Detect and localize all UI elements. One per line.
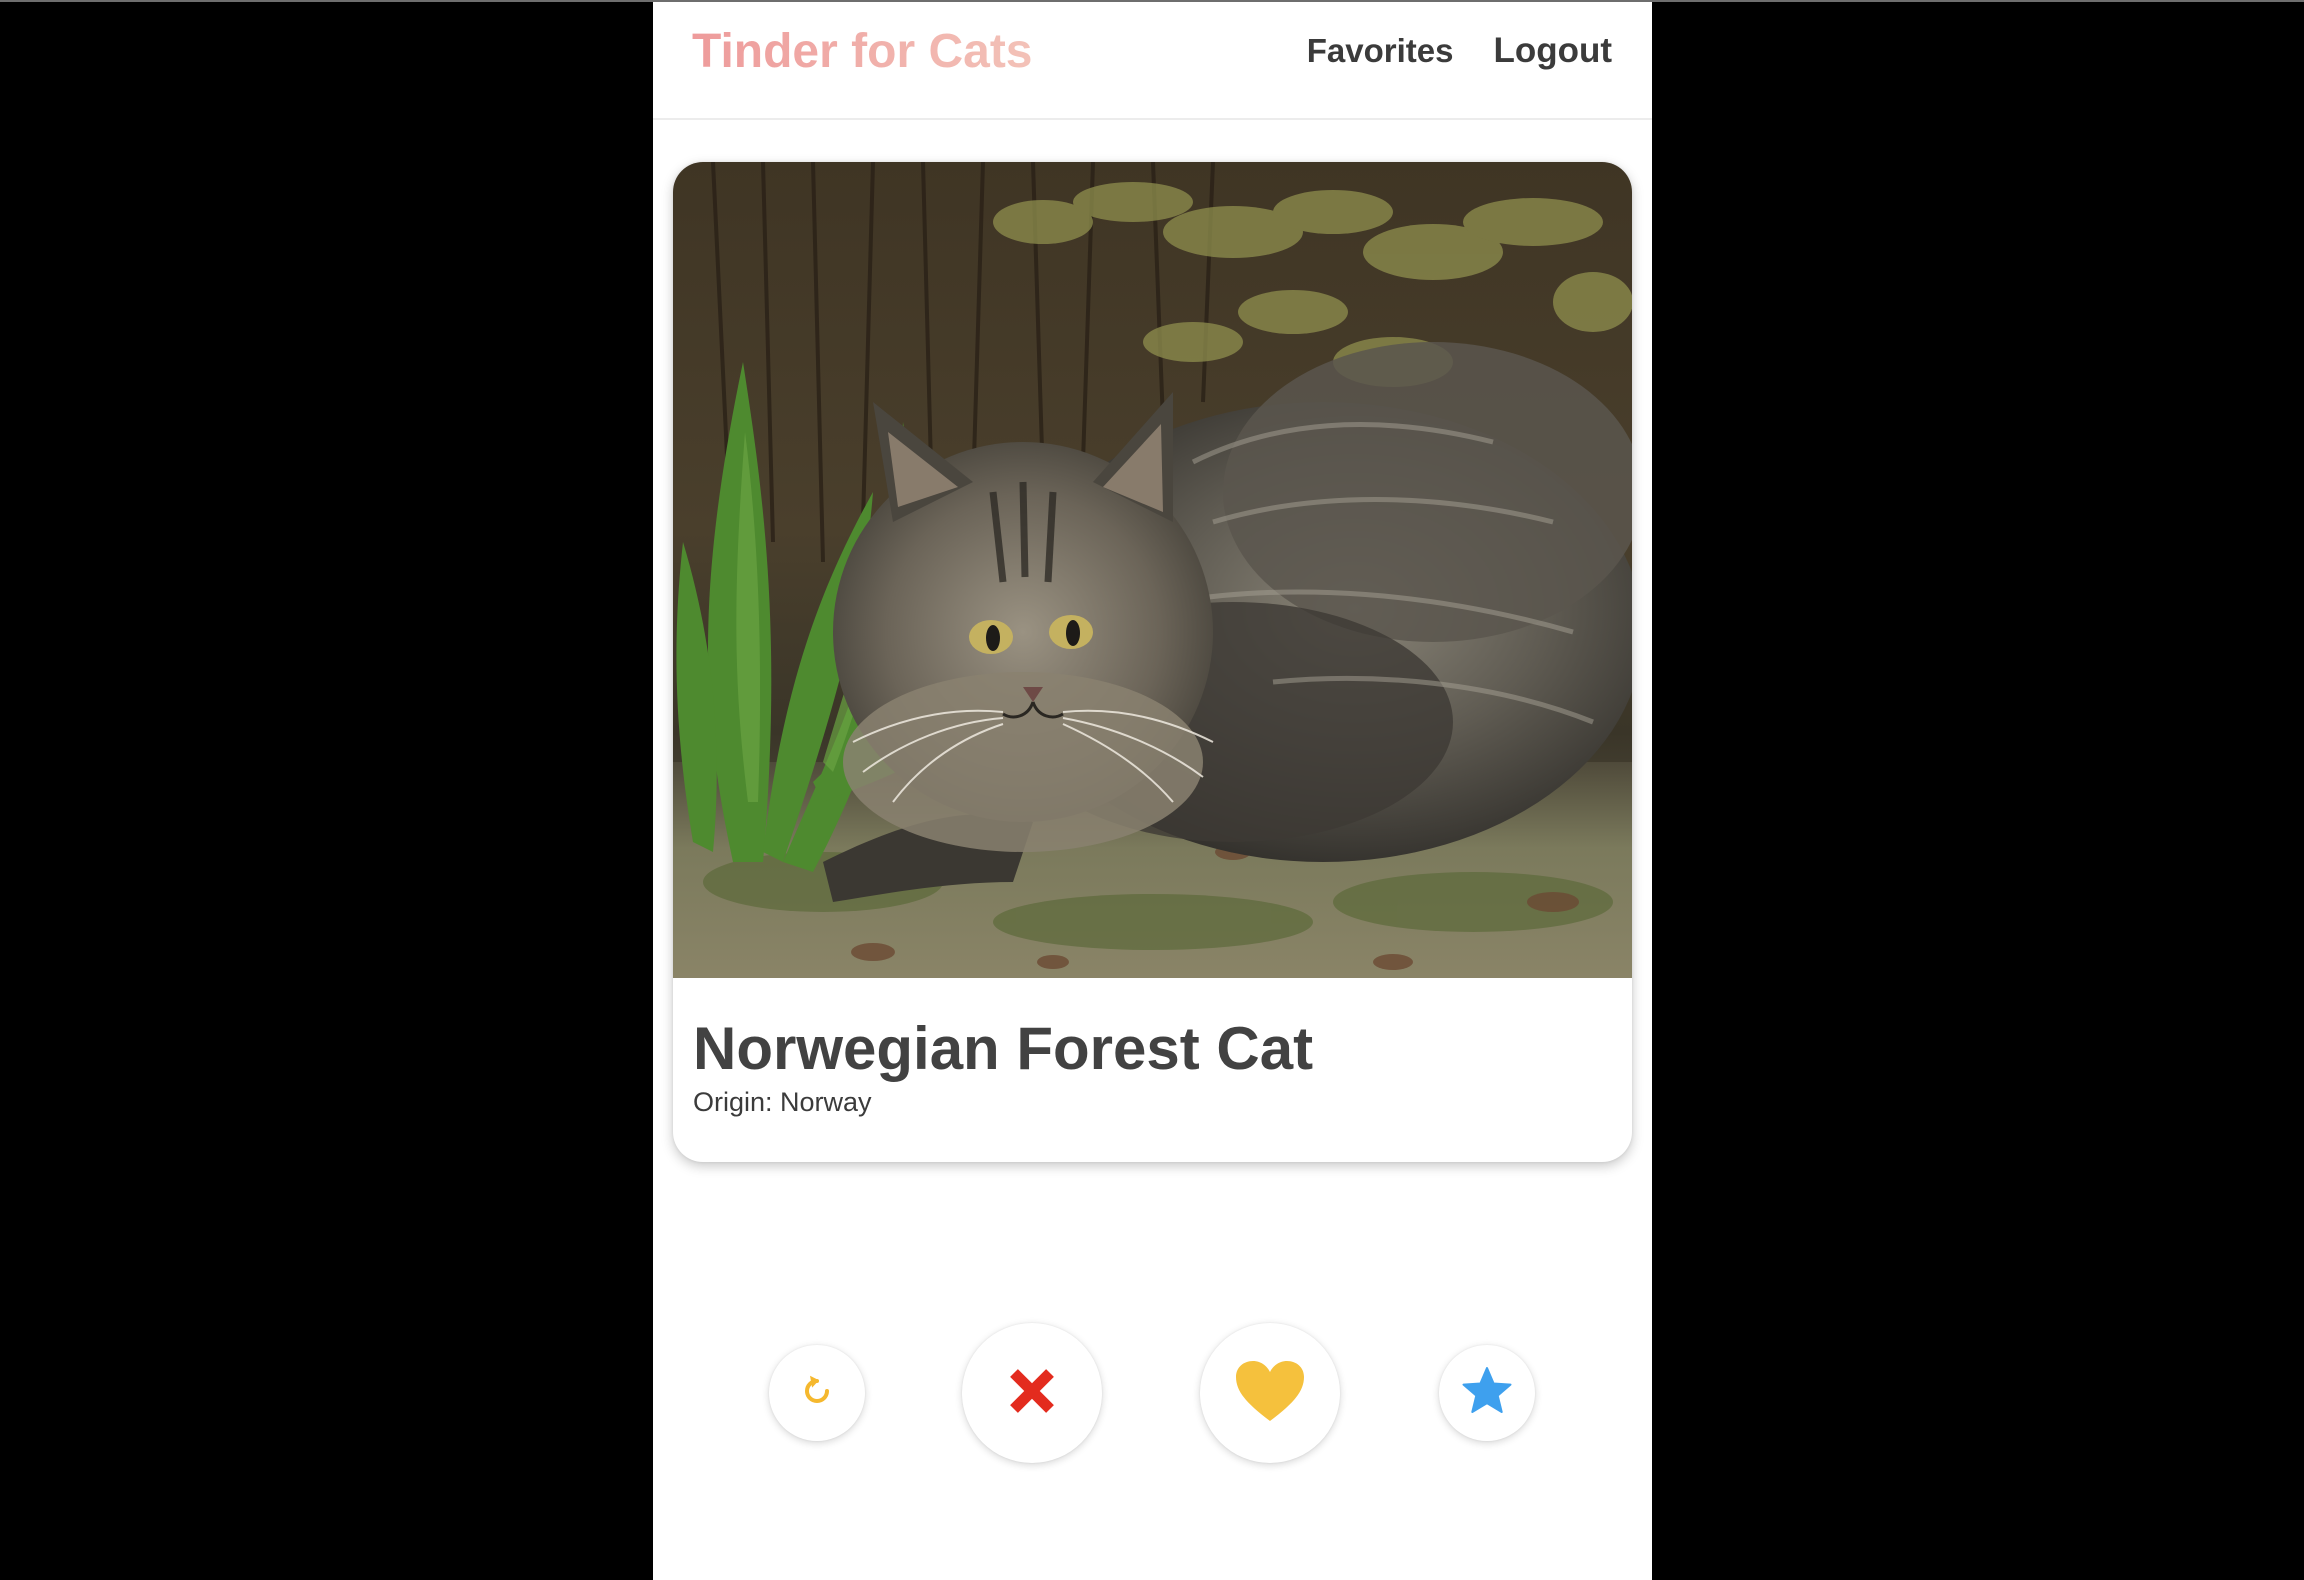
undo-icon — [797, 1371, 837, 1416]
close-icon — [1006, 1365, 1058, 1422]
nav-links: Favorites Logout — [1307, 28, 1612, 74]
like-button[interactable] — [1200, 1323, 1340, 1463]
brand-logo[interactable]: Tinder for Cats — [692, 22, 1033, 82]
undo-button[interactable] — [769, 1345, 865, 1441]
super-like-button[interactable] — [1439, 1345, 1535, 1441]
nope-button[interactable] — [962, 1323, 1102, 1463]
star-icon — [1461, 1366, 1513, 1421]
app-container: Tinder for Cats Favorites Logout Norwegi… — [653, 2, 1652, 1580]
cat-info: Norwegian Forest Cat Origin: Norway — [693, 1014, 1613, 1120]
nav-link-favorites[interactable]: Favorites — [1307, 28, 1454, 74]
heart-icon — [1234, 1359, 1306, 1428]
nav-link-logout[interactable]: Logout — [1493, 28, 1612, 74]
breed-origin: Origin: Norway — [693, 1087, 872, 1117]
breed-name: Norwegian Forest Cat — [693, 1015, 1314, 1082]
navbar: Tinder for Cats Favorites Logout — [653, 2, 1652, 120]
cat-card[interactable]: Norwegian Forest Cat Origin: Norway — [673, 162, 1632, 1162]
cat-photo — [673, 162, 1632, 978]
action-bar — [653, 1320, 1652, 1470]
